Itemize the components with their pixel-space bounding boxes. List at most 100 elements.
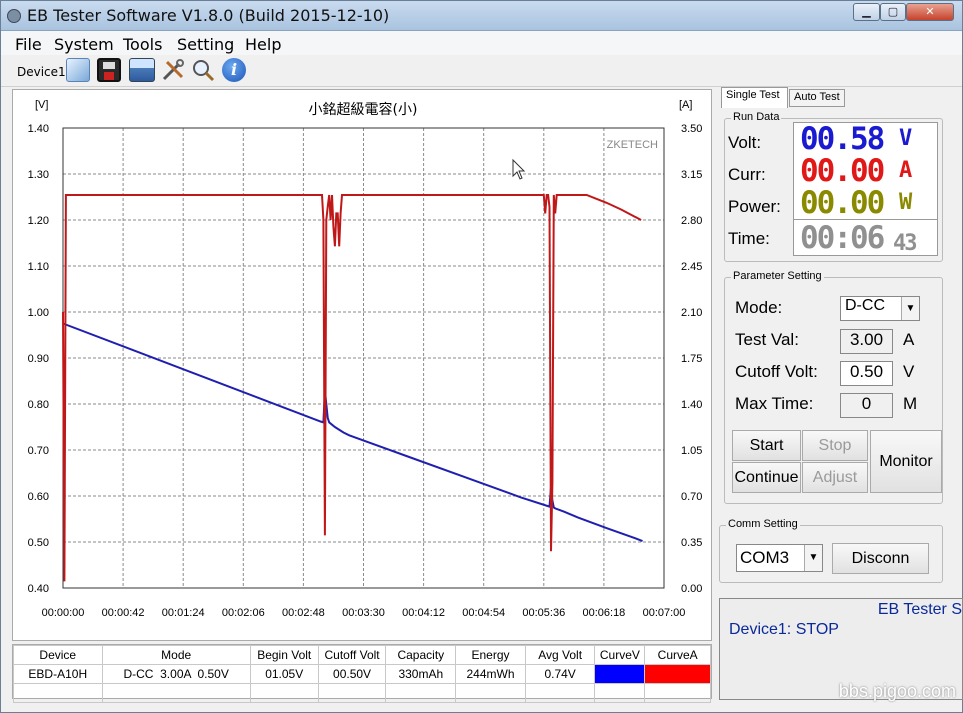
cutoff-volt-label: Cutoff Volt:	[735, 362, 818, 381]
power-value: 00.00	[800, 185, 885, 221]
col-begin-volt: Begin Volt	[249, 645, 319, 665]
power-label: Power:	[728, 197, 781, 216]
main-window: EB Tester Software V1.8.0 (Build 2015-12…	[0, 0, 963, 713]
y-tick-left: 0.40	[28, 583, 49, 595]
cutoff-volt-unit: V	[903, 362, 915, 381]
menu-bar: File System Tools Setting Help	[1, 31, 962, 55]
run-data-group: Run Data Volt: Curr: Power: Time: 00.58 …	[724, 111, 943, 262]
x-tick: 00:04:54	[462, 607, 505, 619]
y-tick-right: 0.35	[681, 537, 702, 549]
cell-curve-a-swatch[interactable]	[644, 664, 711, 684]
y-tick-left: 0.50	[28, 537, 49, 549]
col-energy: Energy	[455, 645, 526, 665]
info-icon[interactable]: i	[222, 58, 246, 82]
menu-setting[interactable]: Setting	[177, 33, 234, 54]
cutoff-volt-input[interactable]: 0.50	[840, 361, 893, 386]
test-val-label: Test Val:	[735, 330, 799, 349]
y-tick-right: 2.10	[681, 307, 702, 319]
table-row[interactable]: EBD-A10H D-CC 3.00A 0.50V 01.05V 00.50V …	[13, 664, 711, 684]
max-time-unit: M	[903, 394, 918, 413]
y-tick-right: 1.75	[681, 353, 702, 365]
minimize-button[interactable]: ▁	[853, 3, 880, 21]
col-curve-v: CurveV	[594, 645, 646, 665]
watermark-text: ZKETECH	[607, 139, 658, 151]
x-tick: 00:06:18	[582, 607, 625, 619]
maximize-button[interactable]: ▢	[880, 3, 906, 21]
col-cutoff-volt: Cutoff Volt	[317, 645, 387, 665]
close-button[interactable]: ✕	[906, 3, 954, 21]
y-tick-left: 1.20	[28, 215, 49, 227]
right-panel: Single Test Auto Test Run Data Volt: Cur…	[719, 87, 963, 702]
zoom-icon[interactable]	[191, 58, 215, 82]
y-tick-right: 1.40	[681, 399, 702, 411]
y-tick-left: 0.70	[28, 445, 49, 457]
y-tick-left: 0.80	[28, 399, 49, 411]
mode-value: D-CC	[845, 297, 885, 314]
cell-avg-volt: 0.74V	[524, 664, 596, 684]
cell-device: EBD-A10H	[13, 664, 103, 684]
cell-mode: D-CC 3.00A 0.50V	[101, 664, 251, 684]
time-seconds: 43	[893, 231, 917, 256]
curr-value: 00.00	[800, 153, 885, 189]
max-time-input[interactable]: 0	[840, 393, 893, 418]
col-capacity: Capacity	[385, 645, 457, 665]
summary-table: Device Mode Begin Volt Cutoff Volt Capac…	[12, 644, 712, 703]
y-tick-right: 0.70	[681, 491, 702, 503]
y-tick-left: 1.30	[28, 169, 49, 181]
series-line-current	[62, 194, 642, 582]
device-label[interactable]: Device1	[17, 65, 66, 79]
chevron-down-icon[interactable]: ▼	[901, 297, 919, 320]
status-title: EB Tester S	[877, 601, 962, 618]
menu-system[interactable]: System	[54, 33, 114, 54]
adjust-button[interactable]: Adjust	[802, 462, 868, 493]
y-tick-right: 2.80	[681, 215, 702, 227]
monitor-button[interactable]: Monitor	[870, 430, 942, 493]
continue-button[interactable]: Continue	[732, 462, 801, 493]
y-tick-left: 0.60	[28, 491, 49, 503]
x-tick: 00:02:06	[222, 607, 265, 619]
curr-unit: A	[899, 158, 912, 183]
max-time-label: Max Time:	[735, 394, 814, 413]
open-folder-icon[interactable]	[66, 58, 90, 82]
com-port-select[interactable]: COM3 ▼	[736, 544, 823, 572]
y-tick-left: 1.40	[28, 123, 49, 135]
chevron-down-icon[interactable]: ▼	[804, 545, 822, 571]
tools-icon[interactable]	[161, 58, 185, 82]
image-icon[interactable]	[129, 58, 155, 82]
tab-strip: Single Test Auto Test	[719, 87, 963, 109]
status-message: Device1: STOP	[729, 621, 839, 638]
volt-label: Volt:	[728, 133, 762, 152]
time-label: Time:	[728, 229, 770, 248]
x-tick: 00:07:00	[643, 607, 686, 619]
chart-title: 小銘超級電容(小)	[309, 101, 418, 118]
disconnect-button[interactable]: Disconn	[832, 543, 929, 574]
site-watermark: bbs.pigoo.com	[838, 681, 956, 701]
comm-title: Comm Setting	[726, 518, 800, 530]
menu-help[interactable]: Help	[245, 33, 281, 54]
stop-button[interactable]: Stop	[802, 430, 868, 461]
series-line-voltage	[62, 322, 643, 543]
time-value: 00:06	[800, 220, 885, 256]
cell-cutoff-volt: 00.50V	[317, 664, 387, 684]
parameter-group: Parameter Setting Mode: D-CC ▼ Test Val:…	[724, 270, 943, 504]
start-button[interactable]: Start	[732, 430, 801, 461]
chart-panel: 1.40 3.50 1.30 3.15 1.20 2.80 1.10 2.45 1.00 2.10…	[12, 89, 712, 641]
com-port-value: COM3	[740, 548, 790, 567]
mode-label: Mode:	[735, 298, 783, 317]
cell-curve-v-swatch[interactable]	[594, 664, 646, 684]
save-icon[interactable]	[97, 58, 121, 82]
tab-single-test[interactable]: Single Test	[721, 87, 788, 108]
x-tick: 00:02:48	[282, 607, 325, 619]
test-val-input[interactable]: 3.00	[840, 329, 893, 354]
col-device: Device	[13, 645, 103, 665]
y-tick-left: 1.10	[28, 261, 49, 273]
y-tick-left: 1.00	[28, 307, 49, 319]
mode-select[interactable]: D-CC ▼	[840, 296, 920, 321]
y-tick-right: 3.50	[681, 123, 702, 135]
col-avg-volt: Avg Volt	[524, 645, 596, 665]
y-tick-left: 0.90	[28, 353, 49, 365]
tab-auto-test[interactable]: Auto Test	[789, 89, 845, 107]
menu-tools[interactable]: Tools	[123, 33, 162, 54]
menu-file[interactable]: File	[15, 33, 42, 54]
run-data-title: Run Data	[731, 111, 782, 123]
